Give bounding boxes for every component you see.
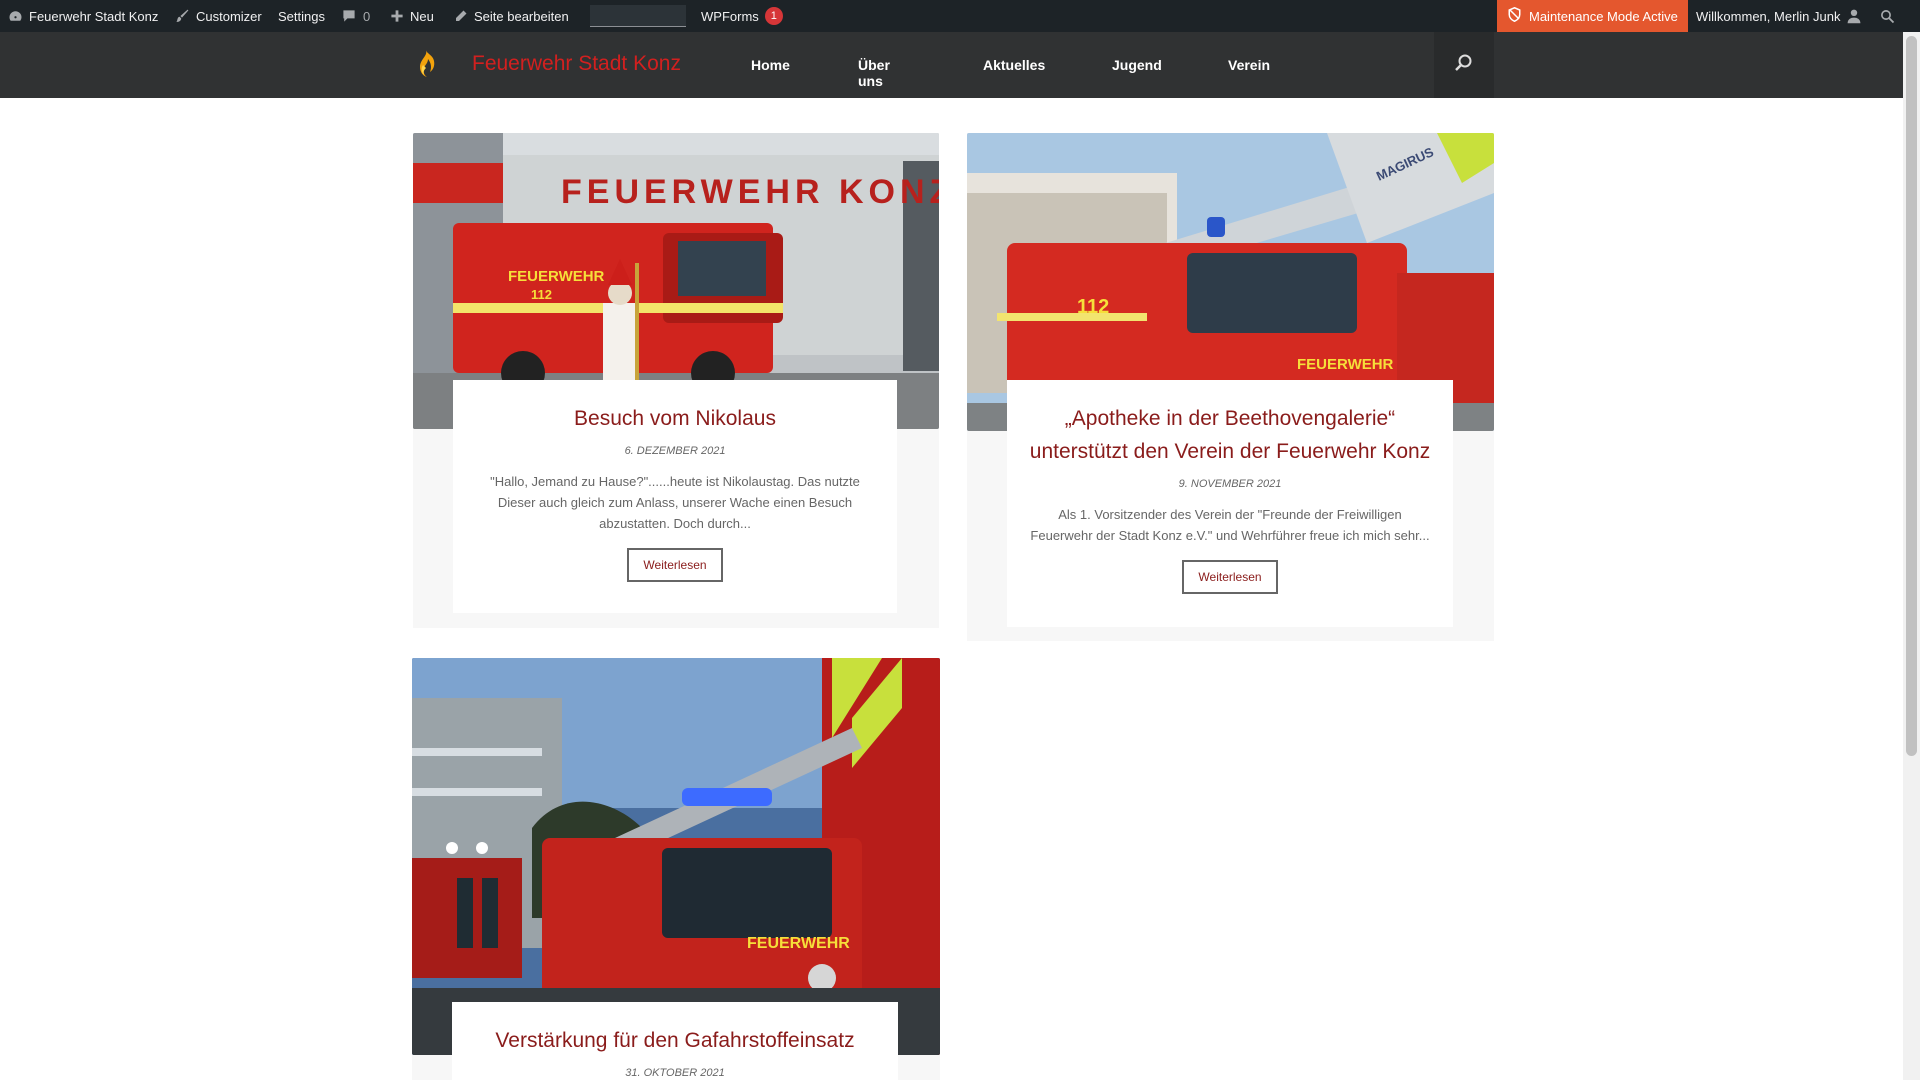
post-excerpt: Als 1. Vorsitzender des Verein der "Freu… xyxy=(1030,507,1430,543)
admin-bar-account[interactable]: Willkommen, Merlin Junk xyxy=(1696,0,1862,32)
truck-lettering: FEUERWEHR xyxy=(508,268,605,285)
fire-station-sign: FEUERWEHR KONZ xyxy=(561,173,939,211)
truck-lettering: FEUERWEHR xyxy=(747,935,850,952)
brush-icon xyxy=(174,8,190,24)
flame-logo-icon[interactable] xyxy=(411,49,439,86)
shield-icon xyxy=(1507,6,1522,25)
admin-bar-site[interactable]: Feuerwehr Stadt Konz xyxy=(8,0,158,32)
post-title[interactable]: Verstärkung für den Gafahrstoffeinsatz xyxy=(472,1024,878,1057)
maintenance-mode-indicator[interactable]: Maintenance Mode Active xyxy=(1497,0,1688,32)
admin-bar-customizer[interactable]: Customizer xyxy=(174,0,262,32)
truck-number: 112 xyxy=(1077,296,1109,318)
site-title[interactable]: Feuerwehr Stadt Konz xyxy=(472,52,681,76)
wpforms-notification-badge: 1 xyxy=(764,7,783,25)
nav-item-aktuelles[interactable]: Aktuelles xyxy=(983,57,1045,73)
search-icon xyxy=(1454,53,1474,78)
post-title[interactable]: Besuch vom Nikolaus xyxy=(487,402,863,435)
read-more-button[interactable]: Weiterlesen xyxy=(1182,560,1278,594)
post-content-box: Verstärkung für den Gafahrstoffeinsatz 3… xyxy=(452,1002,898,1080)
post-excerpt: "Hallo, Jemand zu Hause?"......heute ist… xyxy=(490,474,860,531)
user-avatar-icon xyxy=(1846,8,1862,24)
pencil-icon xyxy=(453,9,468,24)
admin-bar-site-name: Feuerwehr Stadt Konz xyxy=(29,8,159,24)
truck-lettering: FEUERWEHR xyxy=(1297,356,1394,373)
admin-bar-search-button[interactable] xyxy=(1880,0,1895,32)
admin-bar-new[interactable]: Neu xyxy=(390,0,434,32)
plus-icon xyxy=(390,9,404,23)
header-search-button[interactable] xyxy=(1434,32,1494,98)
nav-item-ueber-uns[interactable]: Über uns xyxy=(858,57,890,89)
post-content-box: Besuch vom Nikolaus 6. Dezember 2021 "Ha… xyxy=(453,380,897,613)
post-card: FEUERWEHR Verstärkung für den Gafahrstof… xyxy=(412,658,940,1080)
post-date: 9. November 2021 xyxy=(1178,478,1282,490)
nav-item-home[interactable]: Home xyxy=(751,57,790,73)
admin-bar-settings[interactable]: Settings xyxy=(278,0,325,32)
admin-bar-edit-page[interactable]: Seite bearbeiten xyxy=(453,0,569,32)
post-content-box: „Apotheke in der Beethovengalerie“ unter… xyxy=(1007,380,1453,627)
truck-number: 112 xyxy=(531,287,552,302)
page-scrollbar[interactable] xyxy=(1903,32,1920,1080)
scrollbar-thumb[interactable] xyxy=(1906,36,1917,756)
nav-item-verein[interactable]: Verein xyxy=(1228,57,1270,73)
post-card: FEUERWEHR KONZ FEUERWEHR 112 Besuch vom … xyxy=(413,133,939,628)
admin-bar-wpforms-label: WPForms xyxy=(701,8,759,24)
admin-bar-new-label: Neu xyxy=(410,8,434,24)
admin-bar-search-field[interactable] xyxy=(590,5,686,27)
read-more-button[interactable]: Weiterlesen xyxy=(627,548,723,582)
post-title[interactable]: „Apotheke in der Beethovengalerie“ unter… xyxy=(1027,402,1433,468)
search-icon xyxy=(1880,9,1895,24)
admin-bar-wpforms[interactable]: WPForms 1 xyxy=(701,0,783,32)
post-image-night-truck[interactable]: FEUERWEHR xyxy=(412,658,940,1055)
maintenance-mode-label: Maintenance Mode Active xyxy=(1529,8,1678,24)
post-date: 6. Dezember 2021 xyxy=(624,445,726,457)
admin-bar: Feuerwehr Stadt Konz Customizer Settings… xyxy=(0,0,1920,32)
admin-bar-settings-label: Settings xyxy=(278,8,325,24)
comment-icon xyxy=(341,8,357,24)
admin-bar-customizer-label: Customizer xyxy=(196,8,262,24)
admin-bar-welcome: Willkommen, Merlin Junk xyxy=(1696,8,1841,24)
dashboard-icon xyxy=(8,9,23,24)
post-card: MAGIRUS 112 FEUERWEHR „Apotheke in der B… xyxy=(967,133,1494,641)
admin-bar-comments[interactable]: 0 xyxy=(341,0,370,32)
comments-count: 0 xyxy=(363,8,371,24)
nav-item-jugend[interactable]: Jugend xyxy=(1112,57,1162,73)
admin-bar-edit-page-label: Seite bearbeiten xyxy=(474,8,569,24)
site-header: Feuerwehr Stadt Konz Home Über uns Aktue… xyxy=(0,32,1920,98)
post-date: 31. Oktober 2021 xyxy=(625,1067,725,1079)
